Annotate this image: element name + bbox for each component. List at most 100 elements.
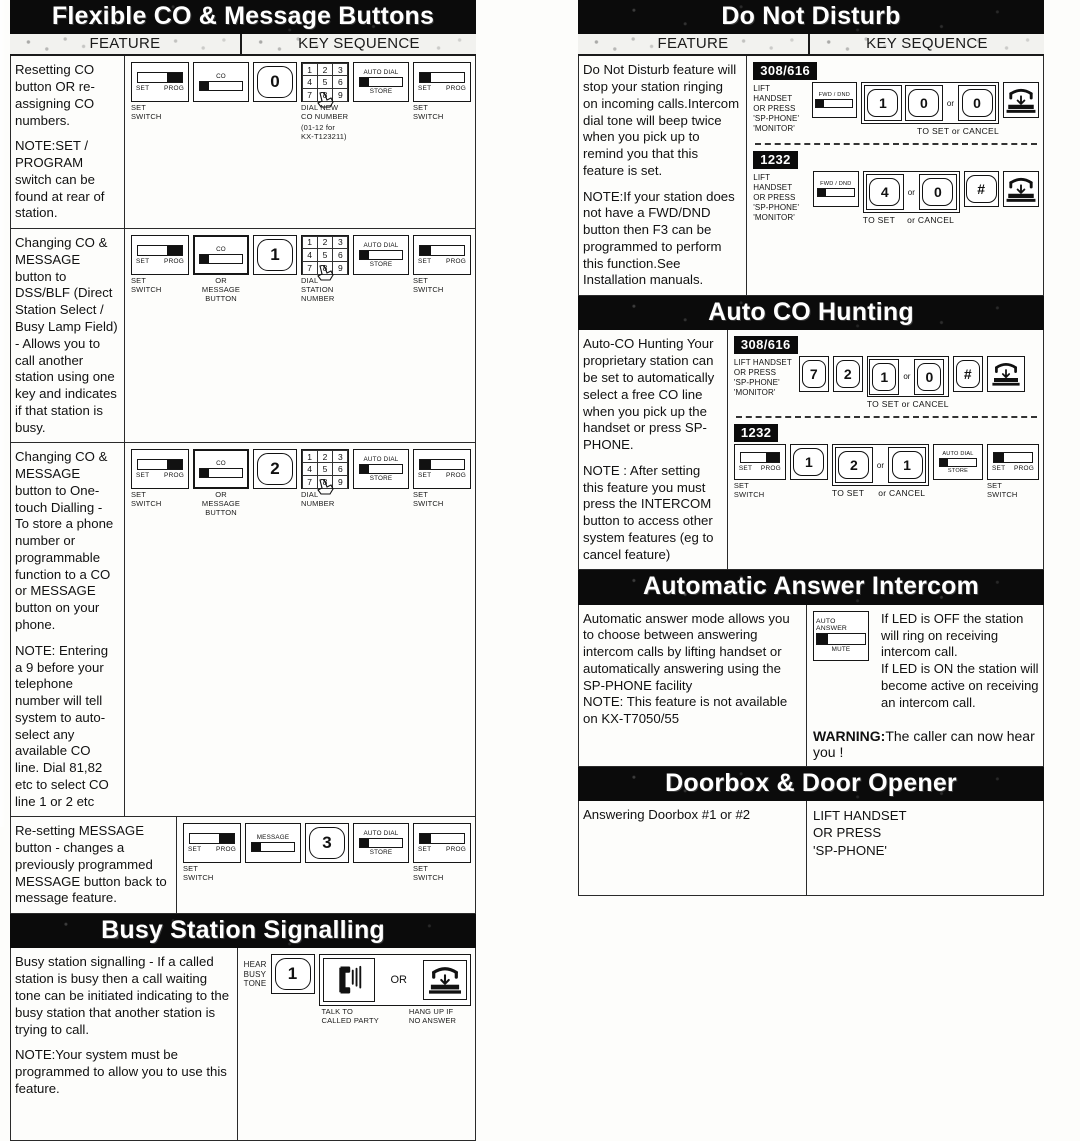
- set-prog-switch-icon: SET PROG: [131, 449, 189, 490]
- set-prog-switch-icon-2: SET PROG: [413, 823, 471, 864]
- feature-text: Busy station signalling - If a called st…: [15, 954, 230, 1037]
- section-automatic-answer-intercom: Automatic Answer Intercom Automatic answ…: [578, 570, 1044, 767]
- model-chip: 1232: [753, 151, 798, 170]
- digit-key-icon: 4: [865, 174, 904, 211]
- warning-line: WARNING:The caller can now hear you !: [813, 728, 1039, 760]
- dnd-key-group: 4 or 0 TO SET or CANCEL: [862, 171, 960, 226]
- hang-up-icon: [986, 356, 1025, 393]
- or-separator: or: [876, 460, 884, 470]
- or-separator: or: [907, 187, 915, 197]
- key-sequence-cell: LIFT HANDSET OR PRESS 'SP-PHONE': [807, 801, 1043, 895]
- set-prog-switch-icon: SET PROG: [183, 823, 241, 864]
- dial-caption-note: (01-12 for KX-T123211): [301, 122, 347, 141]
- digit-key-icon: 7: [798, 356, 829, 393]
- section-busy-station-signalling: Busy Station Signalling Busy station sig…: [10, 914, 476, 1141]
- set-prog-switch-icon-2: SET PROG: [413, 235, 471, 276]
- table-busy-station: Busy station signalling - If a called st…: [10, 948, 476, 1141]
- or-separator: or: [903, 372, 911, 382]
- header-feature: FEATURE: [10, 34, 242, 55]
- or-message-button-caption: OR MESSAGE BUTTON: [201, 276, 241, 303]
- auto-dial-group: AUTO DIAL STORE: [353, 235, 409, 276]
- auto-dial-store-icon: AUTO DIAL STORE: [353, 235, 409, 276]
- feature-note: NOTE:If your station does not have a FWD…: [583, 188, 735, 288]
- talk-to-called-party-caption: TALK TO CALLED PARTY: [321, 1007, 379, 1026]
- set-switch-caption: SET SWITCH: [733, 481, 765, 500]
- set-switch-caption-2: SET SWITCH: [413, 864, 444, 883]
- hang-up-caption: HANG UP IF NO ANSWER: [408, 1007, 457, 1026]
- hear-busy-tone-caption: HEAR BUSY TONE: [243, 960, 267, 989]
- scan-edge-fade: [0, 0, 6, 827]
- lift-handset-instruction: LIFT HANDSET OR PRESS 'SP-PHONE' 'MONITO…: [753, 84, 800, 134]
- sequence-block-1232: 1232 LIFT HANDSET OR PRESS 'SP-PHONE' 'M…: [753, 151, 1039, 225]
- key-alternatives-box: 1 or 0: [866, 356, 949, 398]
- feature-note: NOTE:Your system must be programmed to a…: [15, 1047, 227, 1096]
- set-switch-group-2: SET PROG SET SWITCH: [413, 823, 471, 883]
- set-switch-caption-2: SET SWITCH: [413, 490, 444, 509]
- set-prog-switch-icon: SET PROG: [131, 62, 189, 103]
- to-set-label: TO SET: [831, 488, 865, 499]
- keypad-icon: 123456789: [301, 62, 349, 108]
- set-switch-group: SET PROG SET SWITCH: [733, 444, 786, 500]
- section-doorbox-door-opener: Doorbox & Door Opener Answering Doorbox …: [578, 767, 1044, 897]
- auto-dial-store-icon: AUTO DIAL STORE: [353, 62, 409, 103]
- model-chip: 308/616: [733, 336, 798, 355]
- digit-key-group: 3: [305, 823, 349, 864]
- set-prog-switch-icon: SET PROG: [131, 235, 189, 276]
- co-or-message-group: CO OR MESSAGE BUTTON: [193, 235, 249, 304]
- section-title-auto-co-hunting: Auto CO Hunting: [578, 296, 1044, 331]
- set-switch-caption-2: SET SWITCH: [413, 103, 444, 122]
- keypad-group: 123456789 DIAL NUMBER: [301, 449, 349, 509]
- section-flexible-co-message-buttons: Flexible CO & Message Buttons FEATURE KE…: [10, 0, 476, 915]
- digit-key-icon: 1: [270, 954, 315, 995]
- set-switch-caption: SET SWITCH: [131, 276, 162, 294]
- co-or-message-group: CO OR MESSAGE BUTTON: [193, 449, 249, 518]
- auto-dial-store-icon: AUTO DIAL STORE: [353, 823, 409, 864]
- set-switch-caption: SET SWITCH: [183, 864, 214, 883]
- key-alternatives-box: 2 or 1: [831, 444, 929, 487]
- to-set-label: TO SET: [862, 215, 896, 226]
- key-sequence-cell: HEAR BUSY TONE 1 OR TALK TO CALLED PARTY…: [238, 948, 475, 1140]
- or-separator: OR: [390, 974, 408, 987]
- sequence-block-308-616: 308/616 LIFT HANDSET OR PRESS 'SP-PHONE'…: [733, 336, 1039, 409]
- key-sequence-cell: SETPROG SET SWITCH CO OR MESSAGE BUTTON: [125, 229, 475, 442]
- table-automatic-answer: Automatic answer mode allows you to choo…: [578, 604, 1044, 767]
- auto-dial-store-icon: AUTO DIAL STORE: [353, 449, 409, 490]
- handset-ringing-icon: [322, 958, 375, 1003]
- digit-key-icon-alt: 0: [914, 358, 945, 395]
- key-sequence-cell: 308/616 LIFT HANDSET OR PRESS 'SP-PHONE'…: [728, 330, 1043, 569]
- feature-cell: Changing CO & MESSAGE button to DSS/BLF …: [11, 229, 125, 443]
- fwd-dnd-button-icon: FWD / DND: [812, 171, 859, 208]
- header-feature: FEATURE: [578, 34, 810, 55]
- key-sequence-cell: SETPROG SET SWITCH CO OR MESSAGE BUTTON: [125, 443, 475, 816]
- led-description: If LED is OFF the station will ring on r…: [881, 611, 1039, 712]
- digit-key-icon-alt: 0: [958, 85, 996, 122]
- digit-key-icon: 1: [863, 85, 902, 122]
- feature-text: Do Not Disturb feature will stop your st…: [583, 62, 740, 178]
- column-headers-left: FEATURE KEY SEQUENCE: [10, 34, 476, 57]
- co-button-icon: CO: [193, 449, 249, 490]
- digit-key-icon: 3: [305, 823, 349, 864]
- feature-note: NOTE : After setting this feature you mu…: [583, 462, 714, 562]
- table-row: Busy station signalling - If a called st…: [11, 948, 475, 1141]
- feature-text: Auto-CO Hunting Your proprietary station…: [583, 336, 715, 453]
- digit-key-icon: 0: [904, 85, 943, 122]
- key-sequence-cell: SET PROG SET SWITCH MESSAGE 3 AUTO DIAL …: [177, 817, 475, 913]
- to-set-or-cancel-caption: TO SET or CANCEL: [917, 126, 999, 137]
- warning-label: WARNING:: [813, 728, 886, 744]
- auto-dial-group: AUTO DIAL STORE: [353, 449, 409, 490]
- led-on-text: If LED is ON the station will become act…: [881, 661, 1039, 711]
- section-title-automatic-answer: Automatic Answer Intercom: [578, 570, 1044, 605]
- set-prog-switch-icon-2: SET PROG: [987, 444, 1039, 481]
- keypad-group: 123456789 DIAL STATION NUMBER: [301, 235, 349, 304]
- set-switch-group-2: SET PROG SET SWITCH: [413, 449, 471, 509]
- dial-caption: DIAL NEW CO NUMBER: [301, 103, 349, 122]
- or-separator: or: [946, 98, 954, 108]
- led-off-text: If LED is OFF the station will ring on r…: [881, 610, 1024, 660]
- digit-key-group: 1: [270, 954, 315, 995]
- sequence-block-1232: 1232 SET PROG SET SWITCH 1 2 or 1 TO SET…: [733, 424, 1039, 500]
- set-switch-caption: SET SWITCH: [131, 103, 162, 122]
- co-button-group: CO: [193, 62, 249, 103]
- feature-cell: Busy station signalling - If a called st…: [11, 948, 238, 1141]
- feature-cell: Resetting CO button OR re-assigning CO n…: [11, 56, 125, 229]
- table-row: Do Not Disturb feature will stop your st…: [579, 56, 1043, 297]
